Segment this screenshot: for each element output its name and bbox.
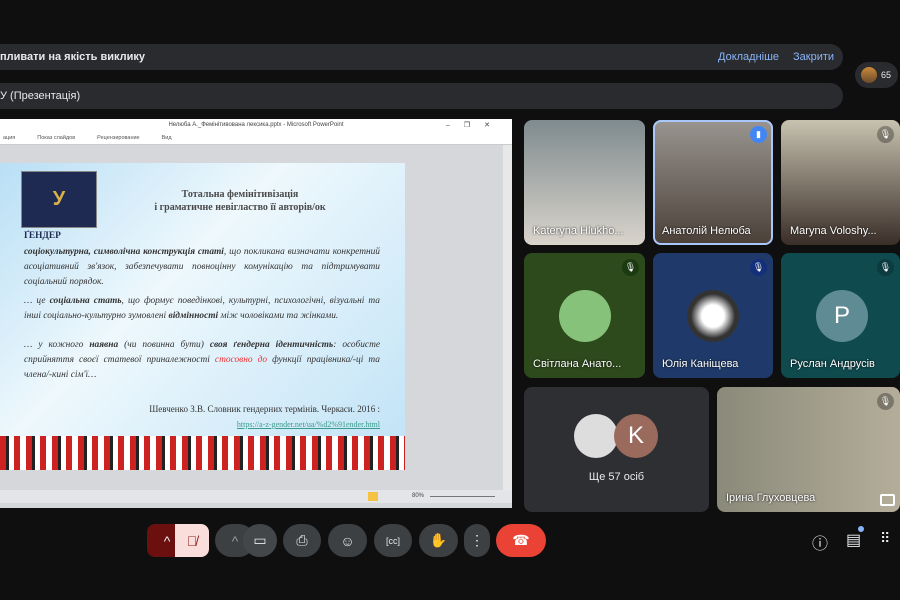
ribbon-tab: Вид [161, 135, 172, 141]
ppt-status-bar: 80% [0, 490, 512, 503]
banner-text: пливати на якість виклику [0, 51, 145, 63]
avatar: K [614, 414, 658, 458]
learn-more-link[interactable]: Докладніше [718, 51, 779, 63]
slide-title: Тотальна фемінітивізація і граматичне нев… [130, 188, 350, 214]
text: … це [24, 296, 50, 306]
mic-off-icon: 🎙 [877, 126, 894, 143]
close-banner-link[interactable]: Закрити [793, 51, 834, 63]
slide-paragraph-3: … у кожного наявна (чи повинна бути) сво… [24, 338, 380, 383]
avatar [559, 290, 611, 342]
participant-tile[interactable]: 🎙 Юлія Каніщева [653, 253, 773, 378]
slide-url[interactable]: https://a-z-gender.net/ua/%d2%91ender.ht… [24, 417, 380, 432]
participants-button[interactable]: 65 [855, 62, 898, 88]
shared-screen-powerpoint: Нелюба А._Фемінітивована лексика.pptx - … [0, 119, 512, 508]
emoji-icon: ☺ [340, 532, 355, 549]
embroidery-ornament [0, 436, 405, 470]
text: відмінності [168, 311, 219, 321]
vertical-scrollbar[interactable] [503, 145, 512, 490]
text: стосовно до [214, 355, 268, 365]
participant-name: Ірина Глуховцева [726, 492, 816, 504]
present-screen-icon: ⎙ [296, 532, 308, 548]
participant-tile[interactable]: Kateryna Hlukho... [524, 120, 645, 245]
slide-source: Шевченко З.В. Словник гендерних термінів… [149, 404, 380, 414]
participant-name: Світлана Анато... [533, 358, 622, 370]
participants-count: 65 [880, 70, 891, 80]
avatar-initial: Р [833, 302, 850, 329]
call-quality-banner: пливати на якість виклику Докладніше Зак… [0, 44, 843, 70]
title-line: Тотальна фемінітивізація [181, 189, 299, 200]
mic-off-icon: 🎙 [877, 259, 894, 276]
text: своя ґендерна ідентичність [209, 340, 334, 350]
slide-paragraph-1: соціокультурна, символічна конструкція с… [24, 245, 380, 290]
camera-icon: ▭ [253, 532, 267, 548]
avatar: Р [816, 290, 868, 342]
presentation-banner: У (Презентація) [0, 83, 843, 109]
ribbon-tab: Показ слайдов [37, 135, 76, 141]
presentation-label: У (Презентація) [0, 90, 81, 102]
participant-tile[interactable]: 🎙 Р Руслан Андрусів [781, 253, 900, 378]
participant-tile[interactable]: 🎙 Ірина Глуховцева [717, 387, 900, 512]
ribbon-tab: ация [3, 135, 16, 141]
raise-hand-button[interactable]: ✋ [419, 524, 458, 557]
camera-toggle-button[interactable]: ▭ [243, 524, 277, 557]
participant-name: Анатолій Нелюба [662, 225, 751, 237]
zoom-slider[interactable] [430, 496, 495, 497]
meeting-info-button[interactable]: ⓘ [812, 530, 828, 554]
avatar [574, 414, 618, 458]
more-participants-label: Ще 57 осіб [588, 471, 645, 483]
participant-name: Юлія Каніщева [662, 358, 739, 370]
participant-tile[interactable]: 🎙 Світлана Анато... [524, 253, 645, 378]
view-buttons-icon[interactable] [368, 492, 408, 501]
ppt-ribbon-tabs: ация Показ слайдов Рецензирование Вид [0, 132, 512, 145]
slide-heading: ҐЕНДЕР [24, 231, 61, 241]
more-vert-icon: ⋮ [470, 532, 484, 548]
mic-off-icon: 🎙 [750, 259, 767, 276]
logo-letter: У [52, 188, 66, 210]
ribbon-tab: Рецензирование [97, 135, 140, 141]
text: (чи повинна бути) [118, 340, 210, 350]
text: соціокультурна, символічна конструкція с… [24, 247, 224, 257]
ppt-title-bar: Нелюба А._Фемінітивована лексика.pptx - … [0, 119, 512, 132]
avatar [687, 290, 739, 342]
ppt-title: Нелюба А._Фемінітивована лексика.pptx - … [168, 122, 344, 128]
speaking-indicator-icon: ▮ [750, 126, 767, 143]
mic-off-icon: 🎙 [622, 259, 639, 276]
mic-toggle-button[interactable]: 🎙̸ [175, 524, 209, 557]
zoom-level: 80% [412, 493, 425, 499]
present-button[interactable]: ⎙ [283, 524, 321, 557]
participant-avatars-icon [861, 67, 877, 83]
pip-icon[interactable] [880, 494, 895, 506]
mic-off-icon: 🎙 [877, 393, 894, 410]
participant-name: Руслан Андрусів [790, 358, 875, 370]
end-call-button[interactable]: ☎ [496, 524, 546, 557]
text: наявна [89, 340, 119, 350]
captions-button[interactable]: [cc] [374, 524, 412, 557]
text: між чоловіками та жінками. [218, 311, 339, 321]
slide-paragraph-2: … це соціальна стать, що формує поведінк… [24, 294, 380, 324]
participant-name: Kateryna Hlukho... [533, 225, 624, 237]
activities-button[interactable]: ⠿ [880, 530, 890, 547]
hand-icon: ✋ [429, 532, 448, 548]
title-line: і граматичне невігластво її авторів/ок [154, 202, 326, 213]
more-options-button[interactable]: ⋮ [464, 524, 490, 557]
text: соціальна стать [49, 296, 122, 306]
more-participants-tile[interactable]: K Ще 57 осіб [524, 387, 709, 512]
reactions-button[interactable]: ☺ [328, 524, 367, 557]
captions-icon: [cc] [385, 535, 400, 546]
avatar-initial: K [627, 422, 644, 449]
window-controls-icon: –❐✕ [445, 122, 504, 129]
slide: У Тотальна фемінітивізація і граматичне н… [0, 163, 405, 470]
notification-dot [858, 526, 865, 532]
university-logo: У [21, 171, 97, 228]
chat-button[interactable]: ▤ [846, 526, 865, 550]
participant-tile-speaking[interactable]: ▮ Анатолій Нелюба [653, 120, 773, 245]
mic-off-icon: 🎙̸ [186, 532, 198, 549]
text: … у кожного [24, 340, 90, 350]
hang-up-icon: ☎ [512, 532, 530, 548]
participant-name: Maryna Voloshy... [790, 225, 877, 237]
participant-tile[interactable]: 🎙 Maryna Voloshy... [781, 120, 900, 245]
